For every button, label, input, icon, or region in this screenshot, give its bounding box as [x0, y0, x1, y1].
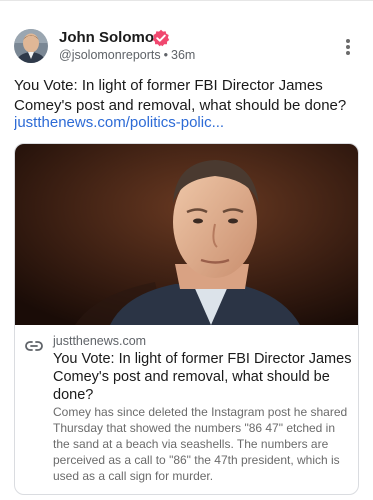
link-icon	[25, 339, 43, 351]
verified-badge-icon	[152, 29, 170, 47]
post-meta: @jsolomonreports • 36m	[59, 48, 195, 62]
card-image[interactable]	[15, 144, 358, 325]
author-name[interactable]: John Solomon	[59, 29, 163, 46]
link-preview-card[interactable]: justthenews.com You Vote: In light of fo…	[14, 143, 359, 495]
card-domain: justthenews.com	[53, 334, 147, 348]
card-title[interactable]: You Vote: In light of former FBI Directo…	[53, 350, 353, 404]
post-link[interactable]: justthenews.com/politics-polic...	[14, 113, 314, 133]
meta-separator: •	[163, 48, 169, 62]
card-description: Comey has since deleted the Instagram po…	[53, 405, 348, 483]
social-post: John Solomon @jsolomonreports • 36m You Vo…	[0, 0, 373, 500]
author-handle[interactable]: @jsolomonreports	[59, 48, 161, 62]
author-avatar[interactable]	[14, 29, 48, 63]
post-time[interactable]: 36m	[171, 48, 195, 62]
more-options-button[interactable]	[340, 37, 356, 57]
post-text: You Vote: In light of former FBI Directo…	[14, 77, 347, 114]
more-vertical-icon	[346, 39, 350, 43]
